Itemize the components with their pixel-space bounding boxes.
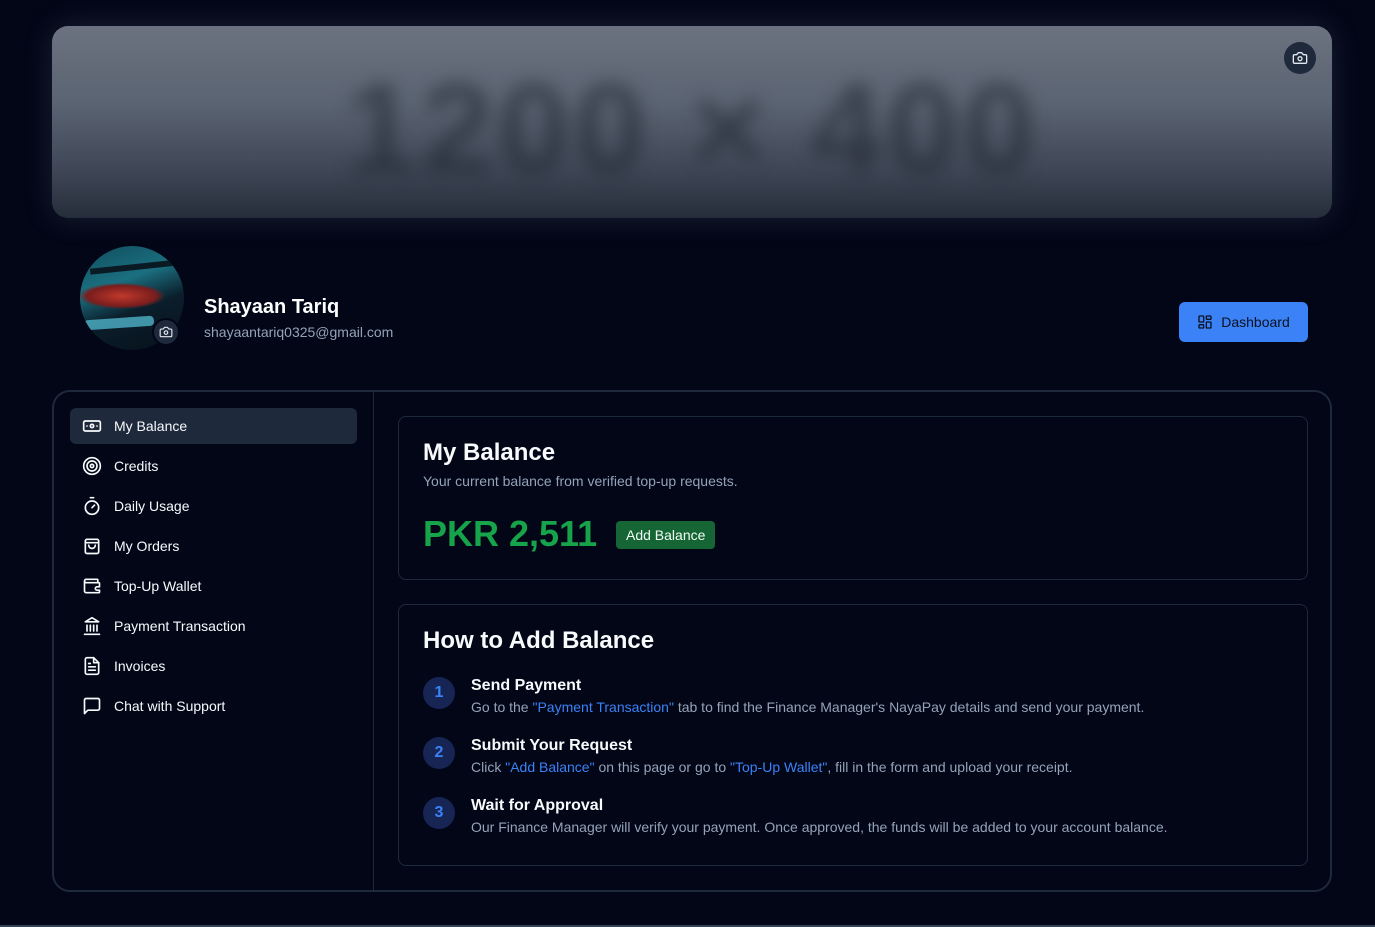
sidebar-item-label: Invoices — [114, 658, 166, 674]
sidebar-item-label: Chat with Support — [114, 698, 226, 714]
how-to-title: How to Add Balance — [423, 627, 655, 654]
cover-banner: 1200 × 400 — [52, 26, 1332, 218]
change-cover-button[interactable] — [1284, 42, 1316, 74]
sidebar-item-label: My Orders — [114, 538, 180, 554]
step-item: 1 Send Payment Go to the "Payment Transa… — [423, 677, 1283, 721]
step-title: Wait for Approval — [471, 797, 604, 814]
top-up-wallet-link[interactable]: "Top-Up Wallet" — [730, 759, 827, 775]
sidebar-item-payment-transaction[interactable]: Payment Transaction — [70, 608, 357, 644]
camera-icon — [1292, 52, 1308, 64]
step-number: 3 — [423, 797, 455, 829]
balance-amount: PKR 2,511 — [423, 513, 598, 554]
sidebar-item-label: Payment Transaction — [114, 618, 246, 634]
sidebar-item-label: My Balance — [114, 418, 188, 434]
payment-transaction-link[interactable]: "Payment Transaction" — [532, 699, 673, 715]
balance-title: My Balance — [423, 439, 556, 466]
sidebar-item-label: Daily Usage — [114, 498, 190, 514]
step-description: Click "Add Balance" on this page or go t… — [471, 759, 1073, 775]
sidebar: My Balance Credits Daily Usage My Orders… — [54, 392, 374, 890]
sidebar-item-daily-usage[interactable]: Daily Usage — [70, 488, 357, 524]
how-to-card: How to Add Balance 1 Send Payment Go to … — [398, 604, 1308, 866]
sidebar-item-my-balance[interactable]: My Balance — [70, 408, 357, 444]
bank-icon — [83, 616, 101, 636]
step-number: 2 — [423, 737, 455, 769]
shopping-bag-icon — [84, 538, 100, 555]
camera-icon — [159, 326, 173, 338]
profile-name: Shayaan Tariq — [204, 296, 340, 318]
sidebar-item-credits[interactable]: Credits — [70, 448, 357, 484]
sidebar-item-my-orders[interactable]: My Orders — [70, 528, 357, 564]
message-square-icon — [83, 697, 101, 715]
target-icon — [82, 456, 102, 476]
banknote-icon — [82, 420, 102, 432]
dashboard-button-label: Dashboard — [1221, 314, 1290, 330]
wallet-icon — [83, 578, 101, 594]
step-number: 1 — [423, 677, 455, 709]
profile-email: shayaantariq0325@gmail.com — [204, 324, 394, 340]
step-description: Go to the "Payment Transaction" tab to f… — [471, 699, 1145, 715]
step-title: Send Payment — [471, 677, 582, 694]
sidebar-item-chat-with-support[interactable]: Chat with Support — [70, 688, 357, 724]
account-panel: My Balance Credits Daily Usage My Orders… — [52, 390, 1332, 892]
sidebar-item-label: Top-Up Wallet — [114, 578, 202, 594]
sidebar-item-label: Credits — [114, 458, 159, 474]
step-description: Our Finance Manager will verify your pay… — [471, 819, 1168, 835]
step-title: Submit Your Request — [471, 737, 633, 754]
balance-card: My Balance Your current balance from ver… — [398, 416, 1308, 580]
step-item: 2 Submit Your Request Click "Add Balance… — [423, 737, 1283, 781]
step-item: 3 Wait for Approval Our Finance Manager … — [423, 797, 1283, 841]
add-balance-button[interactable]: Add Balance — [616, 521, 716, 549]
sidebar-item-top-up-wallet[interactable]: Top-Up Wallet — [70, 568, 357, 604]
sidebar-item-invoices[interactable]: Invoices — [70, 648, 357, 684]
dashboard-button[interactable]: Dashboard — [1179, 302, 1308, 342]
layout-grid-icon — [1198, 315, 1212, 329]
add-balance-link[interactable]: "Add Balance" — [505, 759, 594, 775]
file-text-icon — [84, 656, 100, 676]
balance-description: Your current balance from verified top-u… — [423, 473, 738, 489]
timer-icon — [84, 496, 100, 516]
change-avatar-button[interactable] — [152, 318, 180, 346]
banner-placeholder-text: 1200 × 400 — [344, 56, 1040, 202]
